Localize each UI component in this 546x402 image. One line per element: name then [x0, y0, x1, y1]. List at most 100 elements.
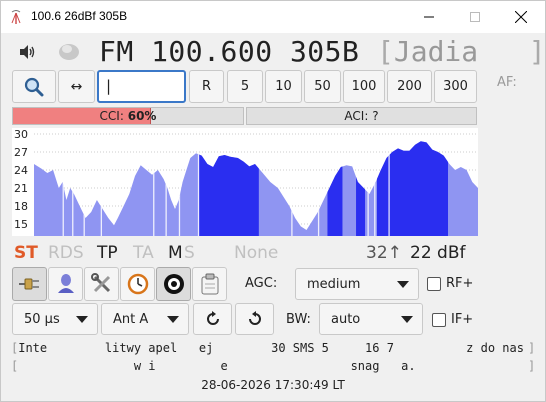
maximize-button[interactable] — [452, 1, 498, 33]
user-icon — [57, 274, 74, 293]
search-button[interactable] — [12, 70, 56, 103]
y-tick-label: 27 — [14, 146, 28, 159]
minimize-icon — [424, 16, 434, 18]
signal-area-rds — [356, 141, 366, 236]
minimize-button[interactable] — [406, 1, 452, 33]
cci-value: 60% — [127, 109, 157, 123]
rf-plus-checkbox[interactable] — [427, 277, 441, 291]
record-button[interactable] — [156, 267, 191, 301]
chevron-down-icon — [76, 316, 88, 323]
chevron-down-icon — [397, 281, 409, 288]
bandwidth-label: BW: — [286, 312, 311, 327]
agc-label: AGC: — [245, 276, 278, 291]
radiotext-line-2: [ w i e snag a. — [11, 359, 416, 373]
signal-dropout — [153, 141, 155, 236]
pty-label: None — [234, 243, 279, 263]
ps-close-bracket: ] — [528, 35, 546, 68]
scan-button[interactable]: ↔ — [58, 70, 95, 103]
ps-padding — [478, 35, 529, 68]
step-5-button[interactable]: 5 — [227, 70, 263, 103]
pi-code: 305B — [289, 35, 360, 68]
stereo-indicator-icon — [59, 44, 79, 60]
signal-dropout — [197, 141, 200, 236]
clock-icon — [127, 273, 148, 295]
connect-button[interactable] — [12, 267, 47, 301]
signal-dropout — [165, 141, 167, 236]
left-right-arrows-icon: ↔ — [70, 78, 83, 95]
radiotext-line-1: [Inte litwy apel ej 30 SMS 5 16 7 z do n… — [11, 341, 524, 355]
frequency-input[interactable]: | — [97, 70, 186, 103]
signal-dropout — [317, 141, 320, 236]
signal-dropout — [374, 141, 376, 236]
plug-icon — [18, 278, 39, 290]
signal-dropout — [367, 141, 369, 236]
close-button[interactable] — [498, 1, 544, 33]
y-tick-label: 30 — [14, 128, 28, 141]
frequency-value: 100.600 — [151, 35, 273, 68]
signal-area-rds — [377, 141, 449, 236]
cci-meter: CCI: 60% — [12, 107, 244, 125]
ta-flag: TA — [133, 243, 154, 263]
clipboard-icon — [201, 273, 218, 295]
deemphasis-value: 50 µs — [24, 311, 60, 327]
rotate-counterclockwise-icon — [248, 311, 261, 325]
antenna-dropdown[interactable]: Ant A — [101, 303, 189, 335]
speech-flag: S — [184, 243, 195, 263]
clock-display: 28-06-2026 17:30:49 LT — [201, 378, 345, 392]
save-button[interactable] — [192, 267, 227, 301]
rotate-clockwise-button[interactable] — [193, 303, 232, 335]
radiotext-line-2-text: w i e snag a. — [18, 359, 416, 373]
radiotext-line-2-close: ] — [528, 359, 536, 373]
signal-dropout — [178, 141, 181, 236]
frequency-display: FM 100.600 305B — [99, 35, 359, 68]
y-tick-label: 21 — [14, 182, 28, 195]
ps-open-bracket: [ — [377, 35, 394, 68]
rf-plus-label: RF+ — [446, 276, 474, 291]
step-10-button[interactable]: 10 — [265, 70, 302, 103]
signal-dropout — [388, 141, 390, 236]
magnifier-icon — [24, 77, 44, 96]
signal-area — [34, 141, 478, 236]
signal-graph: 30 27 24 21 18 15 — [12, 128, 478, 236]
step-300-button[interactable]: 300 — [434, 70, 477, 103]
speaker-icon[interactable] — [19, 45, 35, 59]
signal-area-rds — [327, 141, 343, 236]
ps-name: Jadia — [393, 35, 479, 68]
signal-area-rds — [198, 141, 259, 236]
rds-flag: RDS — [48, 243, 84, 263]
antenna-app-icon — [11, 10, 21, 24]
status-row: ST RDS TP TA M S None 32↑ 22 dBf — [1, 241, 545, 265]
y-tick-label: 18 — [14, 200, 28, 213]
y-tick-label: 15 — [14, 218, 28, 231]
if-plus-label: IF+ — [451, 312, 474, 327]
stereo-flag: ST — [14, 243, 38, 263]
cci-text: CCI: 60% — [99, 109, 157, 123]
step-50-button[interactable]: 50 — [304, 70, 341, 103]
signal-dropout — [100, 141, 102, 236]
step-200-button[interactable]: 200 — [387, 70, 432, 103]
signal-dropout — [72, 141, 74, 236]
bandwidth-dropdown[interactable]: auto — [319, 303, 423, 335]
deemphasis-dropdown[interactable]: 50 µs — [12, 303, 98, 335]
agc-value: medium — [307, 276, 361, 292]
rotate-counterclockwise-button[interactable] — [235, 303, 274, 335]
radiotext-line-1-close: ] — [528, 341, 536, 355]
reset-button[interactable]: R — [189, 70, 224, 103]
ps-display: [Jadia ] — [377, 35, 546, 68]
close-icon — [515, 11, 527, 23]
tp-flag: TP — [97, 243, 118, 263]
settings-button[interactable] — [84, 267, 119, 301]
signal-level: 22 dBf — [410, 243, 466, 263]
af-label: AF: — [497, 75, 517, 90]
signal-dropout — [62, 141, 64, 236]
step-100-button[interactable]: 100 — [343, 70, 385, 103]
band-label: FM — [99, 35, 134, 68]
maximize-icon — [470, 12, 480, 22]
if-plus-checkbox[interactable] — [432, 313, 446, 327]
frequency-row: FM 100.600 305B [Jadia ] — [1, 33, 546, 69]
agc-dropdown[interactable]: medium — [295, 268, 419, 300]
user-button[interactable] — [48, 267, 83, 301]
bandwidth-value: auto — [331, 311, 361, 327]
music-flag: M — [168, 243, 183, 263]
schedule-button[interactable] — [120, 267, 155, 301]
